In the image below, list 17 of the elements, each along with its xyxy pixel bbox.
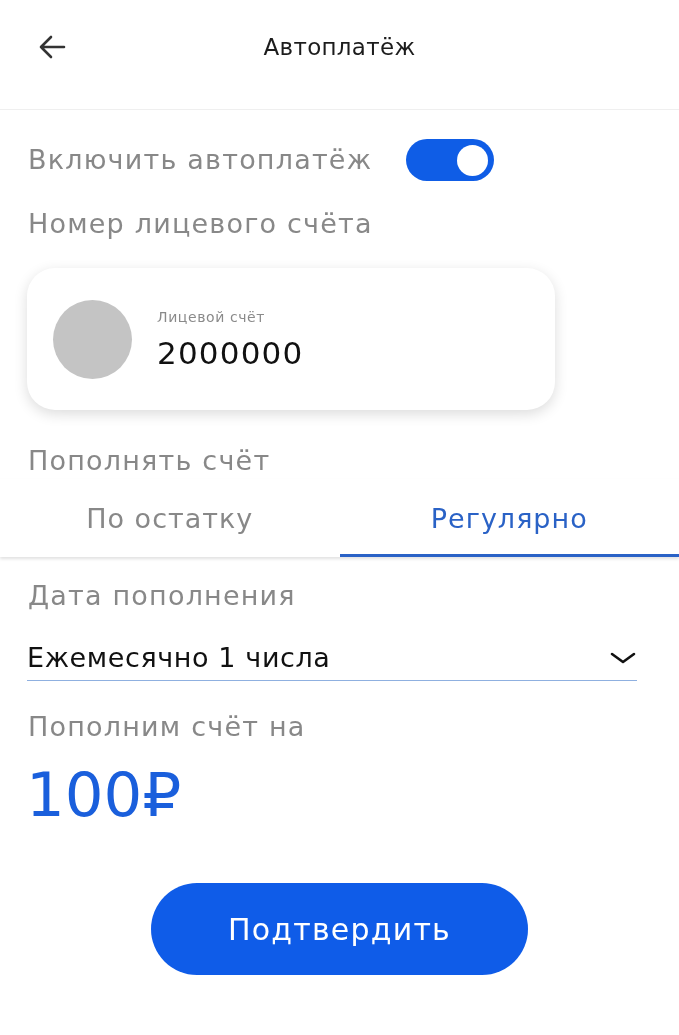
tab[interactable]: По остатку bbox=[0, 479, 340, 557]
confirm-button[interactable]: Подтвердить bbox=[151, 883, 528, 975]
account-number: 2000000 bbox=[157, 334, 304, 372]
tab[interactable]: Регулярно bbox=[339, 479, 679, 557]
date-select[interactable]: Ежемесячно 1 числа bbox=[27, 626, 637, 681]
account-label: Номер лицевого счёта bbox=[28, 207, 373, 241]
arrow-left-icon bbox=[38, 35, 66, 59]
account-card[interactable]: Лицевой счёт 2000000 bbox=[27, 268, 555, 410]
date-label: Дата пополнения bbox=[28, 579, 296, 613]
page-title: Автоплатёж bbox=[263, 33, 416, 62]
amount-label: Пополним счёт на bbox=[28, 710, 306, 744]
chevron-down-icon bbox=[610, 652, 636, 664]
amount-value: 100₽ bbox=[26, 759, 182, 831]
account-caption: Лицевой счёт bbox=[157, 308, 267, 326]
autopay-label: Включить автоплатёж bbox=[28, 143, 373, 177]
top-up-label: Пополнять счёт bbox=[28, 444, 271, 478]
autopay-toggle[interactable] bbox=[406, 139, 495, 181]
